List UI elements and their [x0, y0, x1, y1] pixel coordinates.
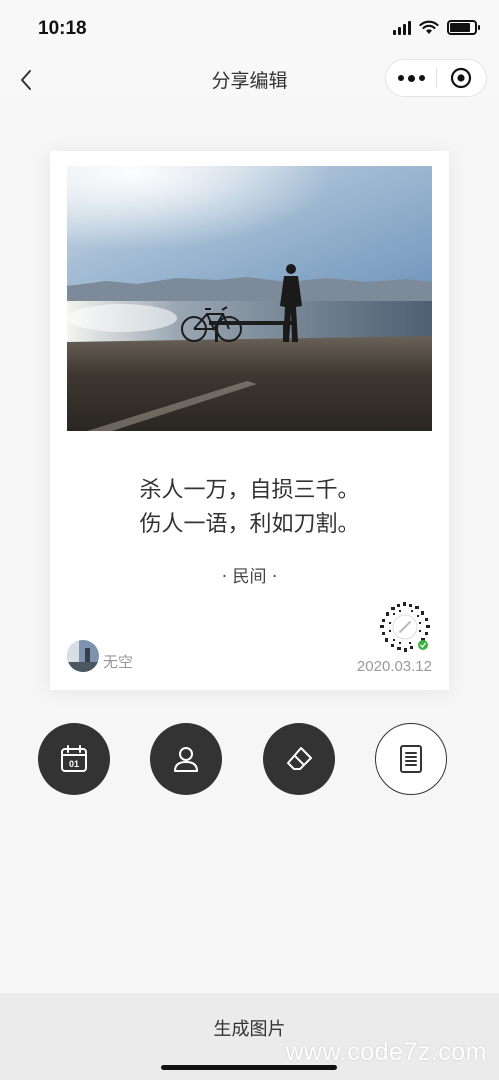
battery-icon: [447, 20, 480, 35]
avatar-image: [67, 640, 99, 672]
quote-line-1: 杀人一万，自损三千。: [139, 478, 360, 503]
eraser-icon: [287, 747, 312, 770]
cover-photo[interactable]: [67, 166, 432, 431]
status-time: 10:18: [38, 18, 87, 39]
document-icon: [400, 745, 422, 773]
mini-program-code-icon: [380, 602, 430, 652]
share-card: 杀人一万，自损三千。 伤人一语，利如刀割。 · 民间 · 无空 2020.03.…: [50, 151, 449, 690]
battery-level: [450, 23, 471, 32]
signal-icon: [393, 20, 411, 35]
calendar-icon-text: 01: [69, 759, 79, 769]
date-tool-button[interactable]: 01: [38, 723, 110, 795]
more-button[interactable]: [386, 60, 436, 96]
card-date: 2020.03.12: [356, 658, 432, 675]
user-icon: [174, 747, 198, 772]
quote-line-2: 伤人一语，利如刀割。: [139, 512, 360, 537]
clear-tool-button[interactable]: [263, 723, 335, 795]
quote-source: · 民间 ·: [221, 567, 278, 587]
seaside-photo-image: [67, 166, 432, 431]
close-button[interactable]: [437, 60, 486, 96]
avatar: [67, 640, 99, 672]
calendar-icon: 01: [61, 745, 87, 772]
watermark: www.code7z.com: [285, 1038, 487, 1066]
author-name: 无空: [103, 653, 134, 671]
quote-text[interactable]: 杀人一万，自损三千。 伤人一语，利如刀割。: [50, 474, 449, 542]
nav-bar: 分享编辑: [0, 58, 499, 102]
text-tool-button[interactable]: [375, 723, 447, 795]
wifi-icon: [419, 20, 439, 34]
status-bar: 10:18: [0, 0, 499, 58]
target-close-icon: [451, 67, 472, 89]
capsule-menu: [385, 59, 487, 97]
author-tool-button[interactable]: [150, 723, 222, 795]
status-icons: [393, 20, 480, 35]
